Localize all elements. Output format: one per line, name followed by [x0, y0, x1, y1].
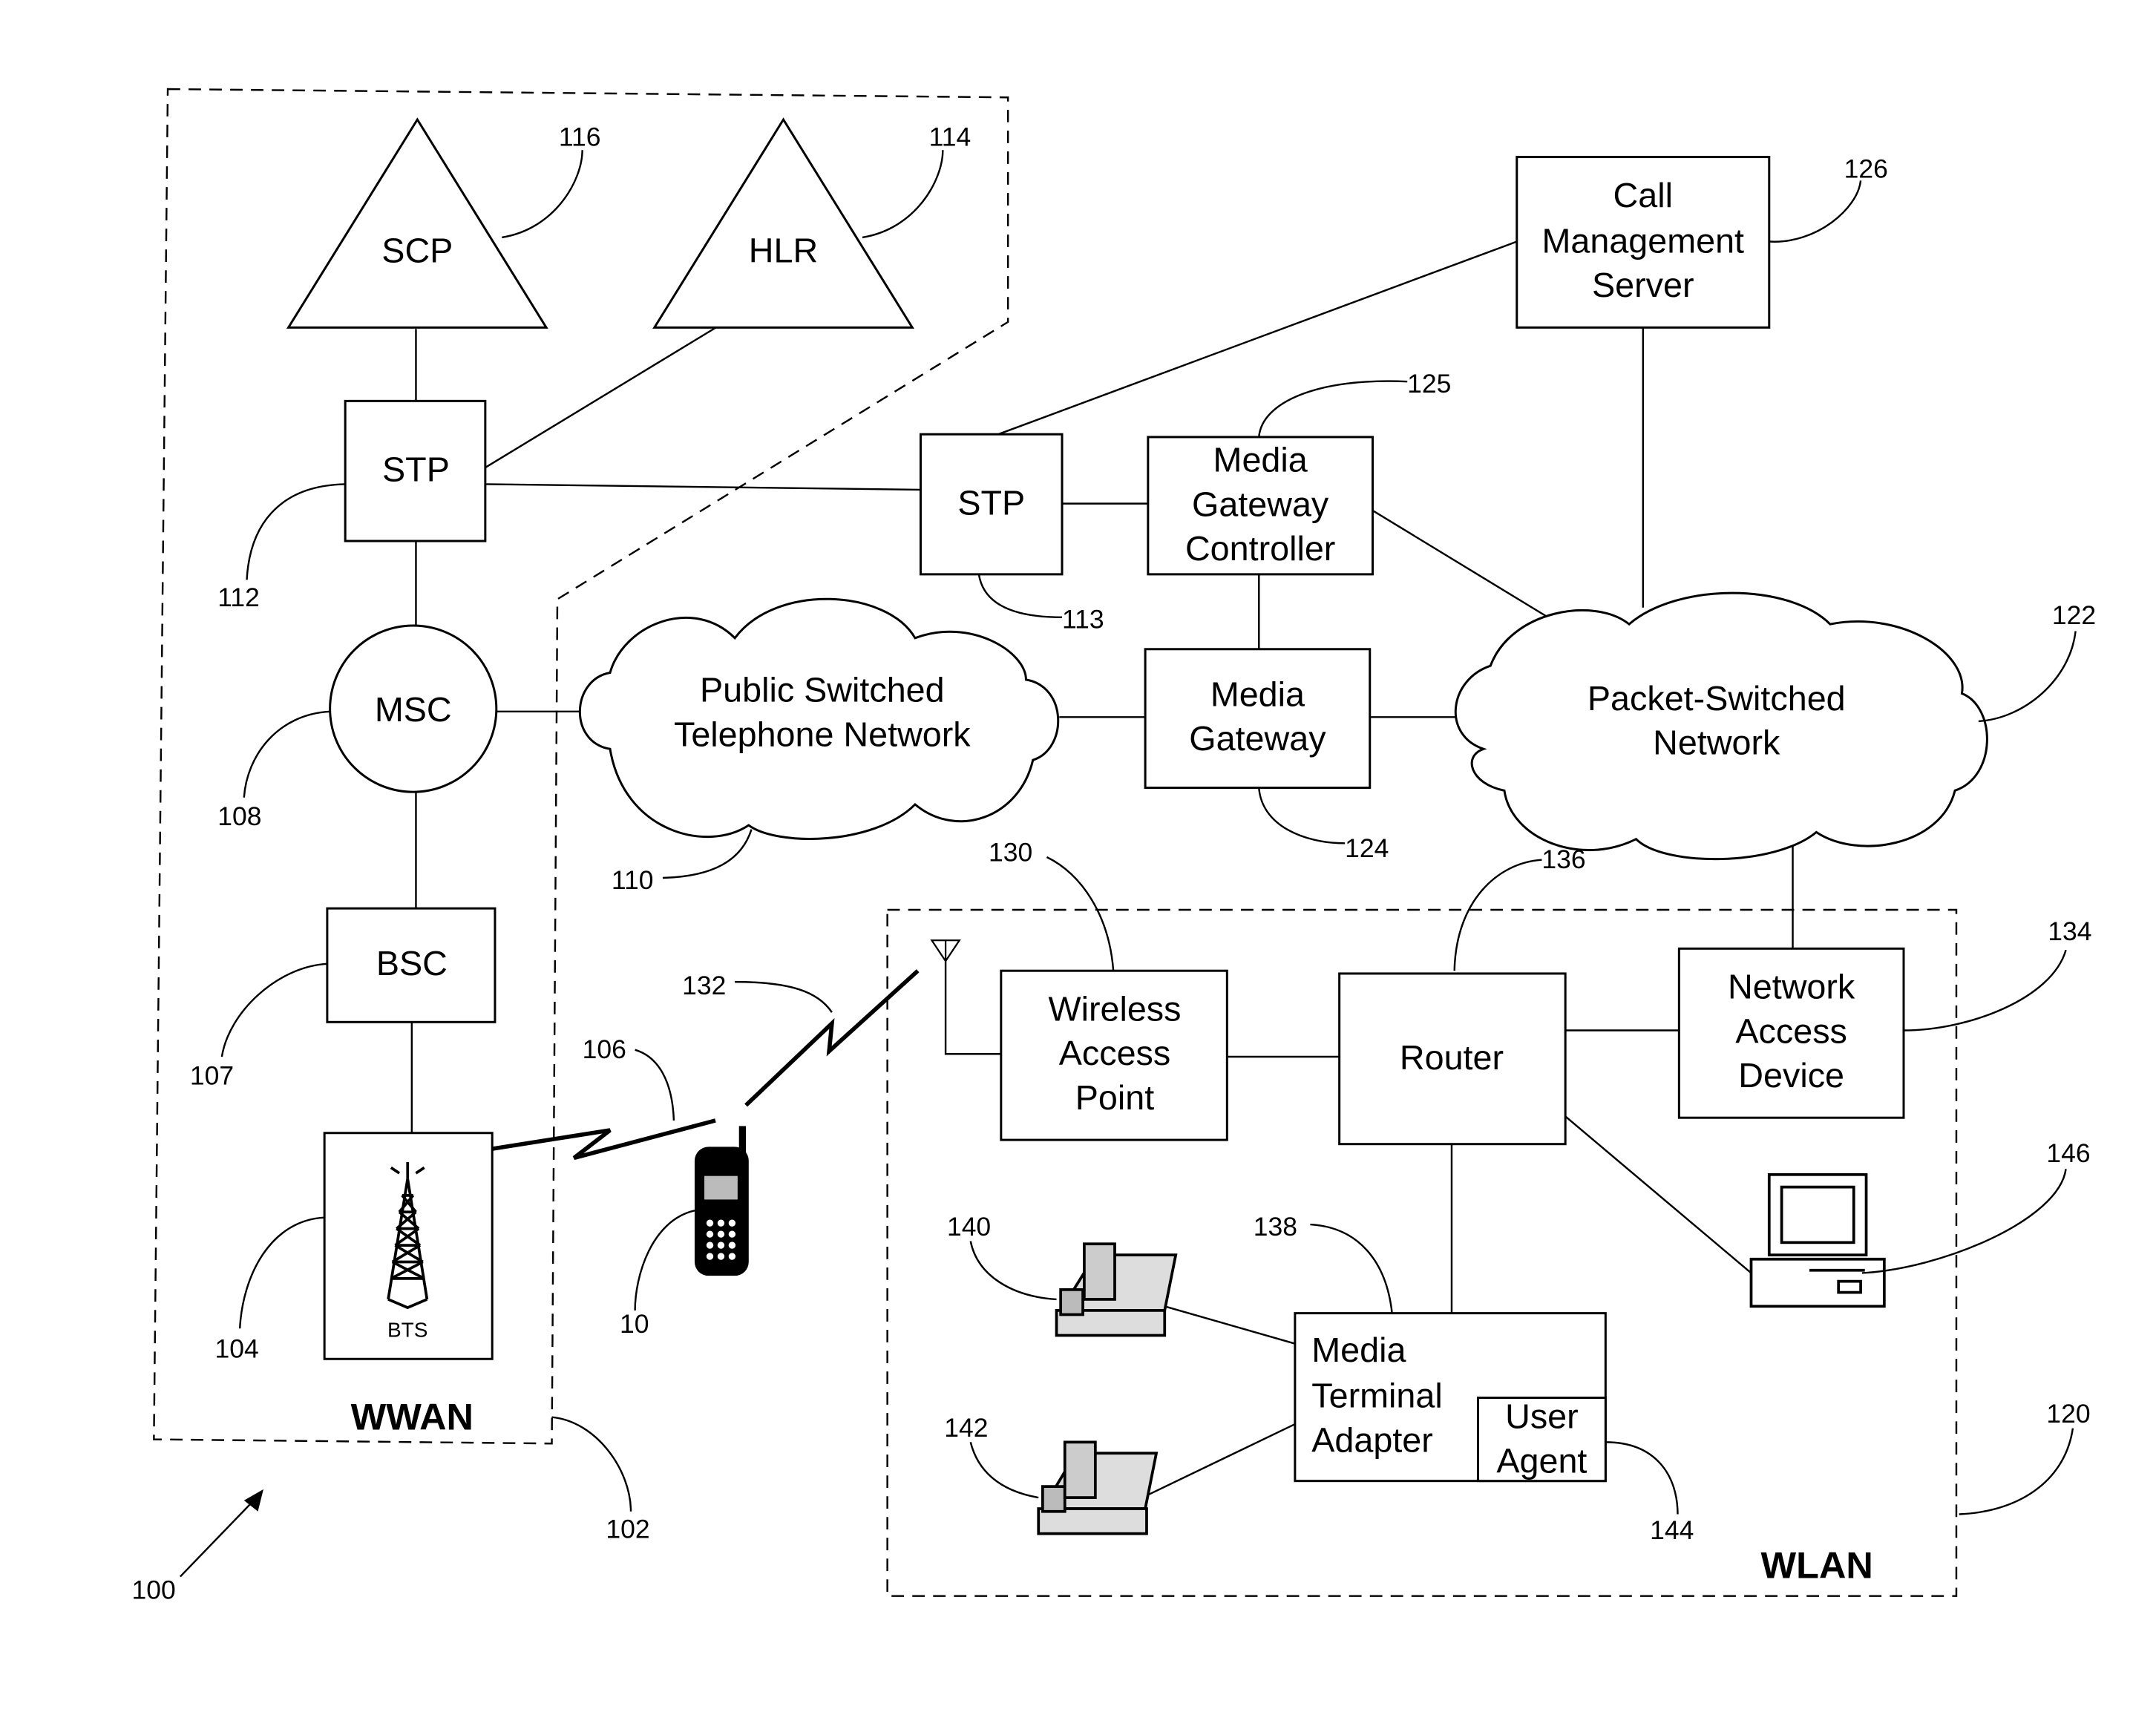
svg-text:132: 132: [682, 971, 726, 1000]
svg-text:BTS: BTS: [387, 1318, 428, 1341]
media-terminal-adapter-node[interactable]: Media Terminal Adapter User Agent: [1294, 1312, 1607, 1483]
svg-text:Server: Server: [1592, 266, 1694, 304]
user-agent-node[interactable]: User Agent: [1476, 1397, 1607, 1483]
svg-text:110: 110: [612, 865, 654, 895]
svg-text:108: 108: [217, 801, 261, 831]
svg-text:120: 120: [2046, 1399, 2090, 1429]
svg-text:100: 100: [131, 1575, 175, 1604]
svg-text:10: 10: [620, 1309, 649, 1339]
svg-text:125: 125: [1407, 369, 1451, 399]
wlan-antenna-icon: [930, 939, 961, 963]
svg-text:122: 122: [2052, 600, 2096, 630]
media-gateway-controller-node[interactable]: Media Gateway Controller: [1147, 436, 1374, 576]
stp-node-112[interactable]: STP: [344, 399, 487, 542]
svg-text:140: 140: [947, 1212, 991, 1242]
svg-text:138: 138: [1254, 1212, 1297, 1242]
svg-text:106: 106: [583, 1034, 626, 1064]
svg-text:Wireless: Wireless: [1049, 989, 1182, 1028]
svg-text:Telephone Network: Telephone Network: [674, 715, 971, 754]
desk-phone-icon[interactable]: [1037, 1440, 1159, 1535]
reference-leader-lines: [179, 150, 2077, 1578]
wwan-label: WWAN: [351, 1396, 474, 1438]
wlan-label: WLAN: [1761, 1544, 1873, 1586]
svg-text:Media: Media: [1210, 675, 1305, 713]
svg-text:Media: Media: [1311, 1331, 1406, 1369]
hlr-node[interactable]: HLR: [652, 117, 914, 329]
svg-text:142: 142: [944, 1413, 988, 1443]
svg-text:107: 107: [190, 1060, 234, 1090]
pstn-cloud[interactable]: Public Switched Telephone Network: [578, 597, 1060, 840]
svg-text:112: 112: [217, 583, 260, 612]
svg-text:Packet-Switched: Packet-Switched: [1587, 679, 1846, 718]
svg-text:104: 104: [215, 1334, 259, 1363]
svg-text:MSC: MSC: [375, 690, 452, 729]
svg-text:116: 116: [559, 122, 601, 152]
svg-text:BSC: BSC: [376, 944, 448, 983]
svg-text:Call: Call: [1613, 176, 1673, 214]
msc-node[interactable]: MSC: [329, 624, 498, 793]
svg-text:144: 144: [1650, 1515, 1694, 1545]
svg-text:Agent: Agent: [1496, 1441, 1587, 1480]
wireless-access-point-node[interactable]: Wireless Access Point: [1000, 969, 1228, 1141]
reference-numerals: 116 114 112 108 107 104 102 110 113 125 …: [131, 122, 2096, 1605]
wlan-wireless-link: [744, 969, 920, 1107]
svg-text:113: 113: [1062, 605, 1104, 634]
scp-node[interactable]: SCP: [286, 117, 548, 329]
svg-text:126: 126: [1844, 154, 1888, 184]
svg-text:STP: STP: [382, 450, 450, 489]
packet-switched-network-cloud[interactable]: Packet-Switched Network: [1454, 591, 1988, 861]
svg-text:136: 136: [1541, 844, 1585, 874]
svg-text:Gateway: Gateway: [1192, 485, 1329, 523]
svg-text:Management: Management: [1542, 221, 1745, 260]
network-access-device-node[interactable]: Network Access Device: [1677, 947, 1905, 1119]
mobile-phone-icon[interactable]: [694, 1126, 749, 1276]
desktop-computer-icon[interactable]: [1749, 1172, 1886, 1308]
svg-text:Point: Point: [1075, 1078, 1154, 1117]
svg-text:114: 114: [929, 122, 971, 152]
svg-text:Gateway: Gateway: [1189, 719, 1326, 758]
svg-text:SCP: SCP: [381, 232, 453, 270]
svg-text:130: 130: [989, 838, 1032, 868]
svg-text:Public Switched: Public Switched: [700, 671, 945, 709]
call-management-server-node[interactable]: Call Management Server: [1516, 156, 1771, 329]
stp-node-113[interactable]: STP: [919, 433, 1064, 576]
svg-text:Access: Access: [1059, 1034, 1170, 1072]
svg-text:STP: STP: [957, 484, 1025, 522]
media-gateway-node[interactable]: Media Gateway: [1144, 648, 1372, 790]
svg-text:User: User: [1505, 1397, 1579, 1436]
svg-text:Router: Router: [1400, 1038, 1504, 1077]
svg-text:HLR: HLR: [749, 232, 818, 270]
bts-node[interactable]: BTS: [323, 1132, 494, 1360]
bsc-node[interactable]: BSC: [326, 907, 497, 1023]
svg-text:Device: Device: [1738, 1056, 1844, 1095]
svg-text:134: 134: [2048, 916, 2091, 946]
desk-phone-icon[interactable]: [1055, 1242, 1178, 1337]
svg-text:Network: Network: [1728, 968, 1855, 1006]
svg-text:Terminal: Terminal: [1311, 1377, 1442, 1415]
svg-text:Adapter: Adapter: [1311, 1420, 1433, 1459]
svg-text:Controller: Controller: [1185, 529, 1335, 568]
router-node[interactable]: Router: [1338, 972, 1567, 1146]
svg-text:124: 124: [1345, 833, 1389, 863]
svg-text:Network: Network: [1653, 724, 1780, 762]
svg-text:Access: Access: [1735, 1011, 1847, 1050]
svg-text:146: 146: [2046, 1138, 2090, 1168]
svg-text:Media: Media: [1213, 441, 1308, 479]
svg-text:102: 102: [606, 1514, 649, 1544]
network-diagram: WWAN WLAN SCP HLR STP MSC BSC BTS Public…: [131, 88, 2096, 1605]
